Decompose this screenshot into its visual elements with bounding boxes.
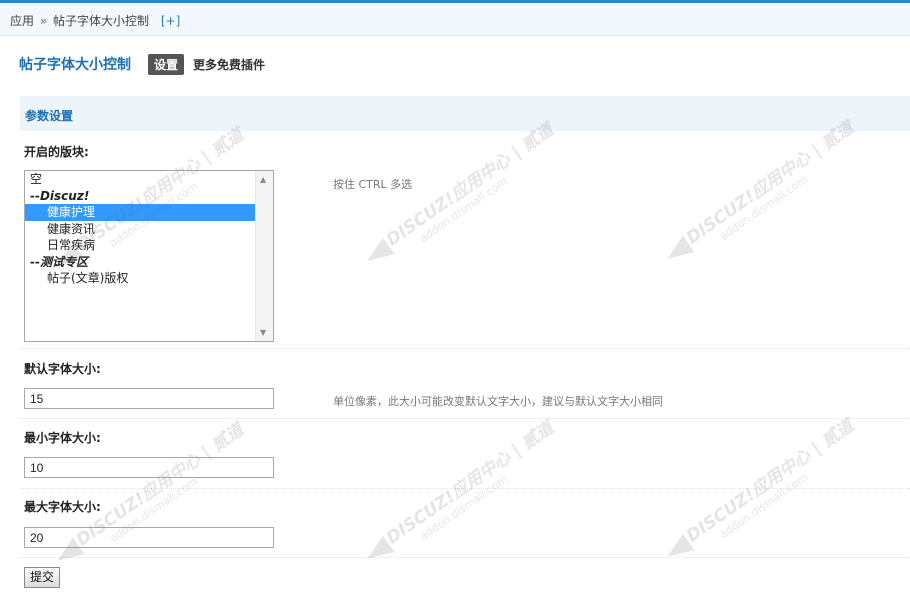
- tab-settings[interactable]: 设置: [148, 53, 185, 75]
- max-size-input[interactable]: [24, 527, 274, 548]
- breadcrumb-current: 帖子字体大小控制: [53, 14, 150, 28]
- submit-button[interactable]: 提交: [24, 567, 61, 588]
- row-divider: [20, 488, 910, 489]
- watermark-brand: DISCUZ!应用中心 | 贰道: [682, 117, 858, 249]
- forum-option[interactable]: 帖子(文章)版权: [25, 270, 273, 287]
- breadcrumb-separator: »: [39, 14, 48, 28]
- listbox-scrollbar[interactable]: ▲ ▼: [255, 171, 273, 341]
- watermark-arrow-icon: [361, 237, 395, 269]
- forum-option[interactable]: 日常疾病: [25, 237, 273, 254]
- max-size-label: 最大字体大小:: [24, 500, 101, 514]
- watermark-site: addon.dismall.com: [417, 174, 511, 246]
- watermark-brand: DISCUZ!应用中心 | 贰道: [682, 415, 858, 547]
- plugin-header: 帖子字体大小控制 设置 更多免费插件: [19, 53, 265, 75]
- row-divider: [20, 348, 910, 349]
- row-divider: [20, 418, 910, 419]
- forum-group-option[interactable]: --Discuz!: [25, 188, 273, 205]
- default-size-hint: 单位像素，此大小可能改变默认文字大小，建议与默认文字大小相同: [333, 395, 663, 408]
- watermark-site: addon.dismall.com: [717, 172, 811, 244]
- breadcrumb-root[interactable]: 应用: [10, 14, 34, 28]
- default-size-input[interactable]: [24, 388, 274, 409]
- breadcrumb: 应用 » 帖子字体大小控制 [+]: [0, 3, 910, 36]
- default-size-label: 默认字体大小:: [24, 362, 101, 376]
- watermark: DISCUZ!应用中心 | 贰道 addon.dismall.com: [661, 114, 865, 267]
- watermark-brand: DISCUZ!应用中心 | 贰道: [382, 417, 558, 549]
- scroll-down-icon[interactable]: ▼: [260, 328, 266, 337]
- forum-option[interactable]: 空: [25, 171, 273, 188]
- plugin-title: 帖子字体大小控制: [19, 57, 131, 73]
- forums-hint: 按住 CTRL 多选: [333, 178, 413, 191]
- watermark: DISCUZ!应用中心 | 贰道 addon.dismall.com: [361, 414, 565, 567]
- watermark-arrow-icon: [661, 533, 695, 565]
- min-size-label: 最小字体大小:: [24, 431, 101, 445]
- forum-option-selected[interactable]: 健康护理: [25, 204, 255, 221]
- watermark-arrow-icon: [361, 535, 395, 567]
- row-divider: [20, 557, 910, 558]
- watermark-arrow-icon: [661, 235, 695, 267]
- scroll-up-icon[interactable]: ▲: [260, 175, 266, 184]
- add-shortcut-link[interactable]: [+]: [161, 14, 180, 28]
- watermark-site: addon.dismall.com: [717, 470, 811, 542]
- forums-multiselect[interactable]: 空 --Discuz! 健康护理 健康资讯 日常疾病 --测试专区 帖子(文章)…: [24, 170, 274, 342]
- min-size-input[interactable]: [24, 457, 274, 478]
- forum-option[interactable]: 健康资讯: [25, 221, 273, 238]
- forums-label: 开启的版块:: [24, 145, 89, 159]
- forum-group-option[interactable]: --测试专区: [25, 254, 273, 271]
- section-title: 参数设置: [20, 96, 910, 131]
- watermark: DISCUZ!应用中心 | 贰道 addon.dismall.com: [661, 412, 865, 565]
- tab-more-free-plugins[interactable]: 更多免费插件: [193, 56, 265, 73]
